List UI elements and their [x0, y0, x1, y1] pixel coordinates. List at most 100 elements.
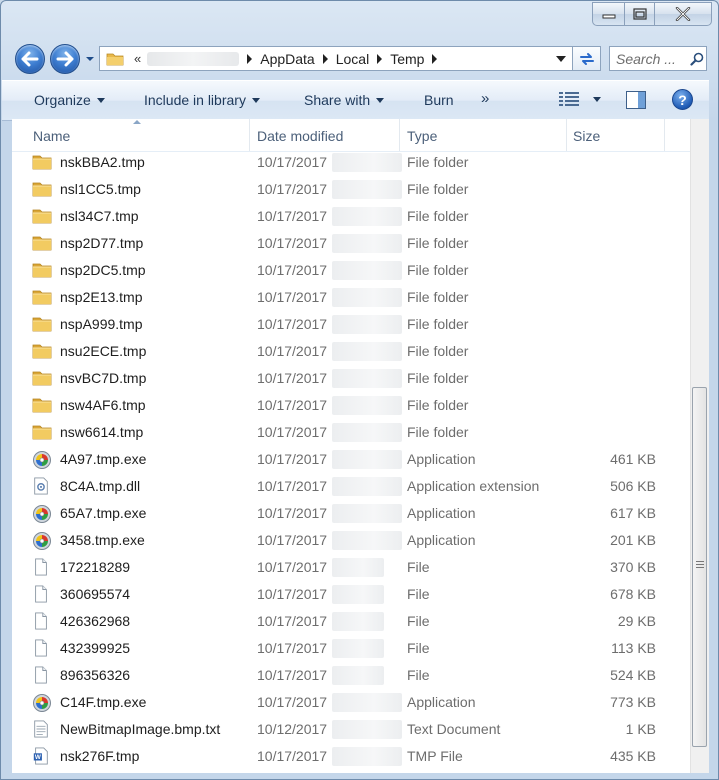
file-row[interactable]: nsw6614.tmp 10/17/2017 File folder	[12, 419, 690, 446]
redacted-time	[332, 369, 402, 388]
column-header-size[interactable]: Size	[573, 128, 600, 144]
file-date-modified: 10/17/2017	[257, 154, 328, 170]
redacted-time	[332, 207, 402, 226]
organize-menu[interactable]: Organize	[34, 92, 105, 108]
forward-button[interactable]	[50, 44, 80, 74]
preview-pane-icon[interactable]	[626, 91, 646, 109]
column-divider[interactable]	[664, 119, 665, 151]
file-row[interactable]: 360695574 10/17/2017 File 678 KB	[12, 581, 690, 608]
share-with-label: Share with	[304, 92, 371, 108]
include-in-library-menu[interactable]: Include in library	[144, 92, 260, 108]
file-row[interactable]: nsl34C7.tmp 10/17/2017 File folder	[12, 203, 690, 230]
crumb-separator-arrow[interactable]	[432, 53, 438, 64]
share-with-menu[interactable]: Share with	[304, 92, 385, 108]
blank-file-icon	[32, 612, 52, 630]
crumb-separator-arrow[interactable]	[247, 53, 253, 64]
maximize-button[interactable]	[624, 2, 654, 26]
crumb-appdata[interactable]: AppData	[260, 51, 314, 67]
file-row[interactable]: nsvBC7D.tmp 10/17/2017 File folder	[12, 365, 690, 392]
crumb-temp[interactable]: Temp	[390, 51, 424, 67]
file-row[interactable]: nsu2ECE.tmp 10/17/2017 File folder	[12, 338, 690, 365]
search-input[interactable]	[616, 50, 684, 67]
file-date-modified: 10/17/2017	[257, 505, 328, 521]
file-row[interactable]: 65A7.tmp.exe 10/17/2017 Application 617 KB	[12, 500, 690, 527]
redacted-user-segment	[147, 51, 240, 66]
folder-icon	[32, 180, 52, 198]
file-row[interactable]: 432399925 10/17/2017 File 113 KB	[12, 635, 690, 662]
file-row[interactable]: nskBBA2.tmp 10/17/2017 File folder	[12, 149, 690, 176]
folder-icon	[32, 288, 52, 306]
file-type: File folder	[407, 370, 469, 386]
file-name: 432399925	[60, 640, 131, 656]
file-row[interactable]: 4A97.tmp.exe 10/17/2017 Application 461 KB	[12, 446, 690, 473]
help-button[interactable]: ?	[672, 89, 693, 110]
sort-ascending-icon	[133, 120, 141, 124]
file-name: C14F.tmp.exe	[60, 694, 147, 710]
address-history-dropdown[interactable]	[556, 56, 566, 62]
change-view-button[interactable]	[559, 92, 601, 106]
back-button[interactable]	[15, 44, 45, 74]
file-row[interactable]: nsp2D77.tmp 10/17/2017 File folder	[12, 230, 690, 257]
file-row[interactable]: nsp2E13.tmp 10/17/2017 File folder	[12, 284, 690, 311]
address-bar[interactable]: « AppData Local Temp	[99, 46, 573, 71]
file-row[interactable]: nsp2DC5.tmp 10/17/2017 File folder	[12, 257, 690, 284]
file-name: 172218289	[60, 559, 131, 575]
search-icon[interactable]	[690, 52, 704, 66]
column-header-type[interactable]: Type	[407, 128, 437, 144]
burn-button[interactable]: Burn	[424, 92, 454, 108]
installer-icon	[32, 450, 52, 469]
recent-pages-dropdown[interactable]	[85, 55, 95, 63]
file-row[interactable]: nspA999.tmp 10/17/2017 File folder	[12, 311, 690, 338]
file-size: 617 KB	[610, 505, 656, 521]
file-row[interactable]: 426362968 10/17/2017 File 29 KB	[12, 608, 690, 635]
command-bar: Organize Include in library Share with B…	[2, 80, 709, 121]
file-date-modified: 10/17/2017	[257, 667, 328, 683]
file-type: Application	[407, 694, 476, 710]
file-row[interactable]: 3458.tmp.exe 10/17/2017 Application 201 KB	[12, 527, 690, 554]
close-button[interactable]	[654, 2, 712, 26]
search-box[interactable]	[609, 46, 707, 71]
file-row[interactable]: Wnsk276F.tmp 10/17/2017 TMP File 435 KB	[12, 743, 690, 770]
file-date-modified: 10/17/2017	[257, 694, 328, 710]
file-row[interactable]: nsw4AF6.tmp 10/17/2017 File folder	[12, 392, 690, 419]
file-row[interactable]: nsl1CC5.tmp 10/17/2017 File folder	[12, 176, 690, 203]
file-row[interactable]: 896356326 10/17/2017 File 524 KB	[12, 662, 690, 689]
column-divider[interactable]	[249, 119, 250, 151]
scrollbar-thumb[interactable]	[692, 387, 707, 747]
address-overflow-chevron[interactable]: «	[134, 51, 141, 66]
file-name: nsl1CC5.tmp	[60, 181, 141, 197]
file-size: 201 KB	[610, 532, 656, 548]
refresh-button[interactable]	[573, 46, 601, 71]
file-row[interactable]: C14F.tmp.exe 10/17/2017 Application 773 KB	[12, 689, 690, 716]
column-header-date-modified[interactable]: Date modified	[257, 128, 343, 144]
file-name: nspA999.tmp	[60, 316, 143, 332]
crumb-separator-arrow[interactable]	[322, 53, 328, 64]
vertical-scrollbar[interactable]	[690, 119, 709, 773]
blank-file-icon	[32, 639, 52, 657]
minimize-button[interactable]	[592, 2, 624, 26]
file-type: File	[407, 586, 430, 602]
details-view-icon	[559, 92, 579, 106]
file-date-modified: 10/17/2017	[257, 613, 328, 629]
folder-icon	[32, 423, 52, 441]
file-row[interactable]: NewBitmapImage.bmp.txt 10/12/2017 Text Doc…	[12, 716, 690, 743]
file-row[interactable]: 8C4A.tmp.dll 10/17/2017 Application extens…	[12, 473, 690, 500]
arrow-left-icon	[21, 51, 39, 67]
file-name: 426362968	[60, 613, 131, 629]
file-name: 8C4A.tmp.dll	[60, 478, 141, 494]
column-divider[interactable]	[399, 119, 400, 151]
file-date-modified: 10/17/2017	[257, 316, 328, 332]
redacted-time	[332, 585, 384, 604]
refresh-icon	[579, 52, 594, 65]
crumb-local[interactable]: Local	[336, 51, 369, 67]
column-divider[interactable]	[566, 119, 567, 151]
file-type: Application	[407, 532, 476, 548]
column-header-name[interactable]: Name	[33, 128, 70, 144]
file-rows: nskBBA2.tmp 10/17/2017 File folder nsl1CC5.…	[12, 149, 690, 770]
crumb-separator-arrow[interactable]	[377, 53, 383, 64]
file-type: Application	[407, 505, 476, 521]
chevron-down-icon	[376, 98, 385, 103]
more-commands-button[interactable]: »	[481, 90, 489, 107]
file-name: 360695574	[60, 586, 131, 602]
file-row[interactable]: 172218289 10/17/2017 File 370 KB	[12, 554, 690, 581]
